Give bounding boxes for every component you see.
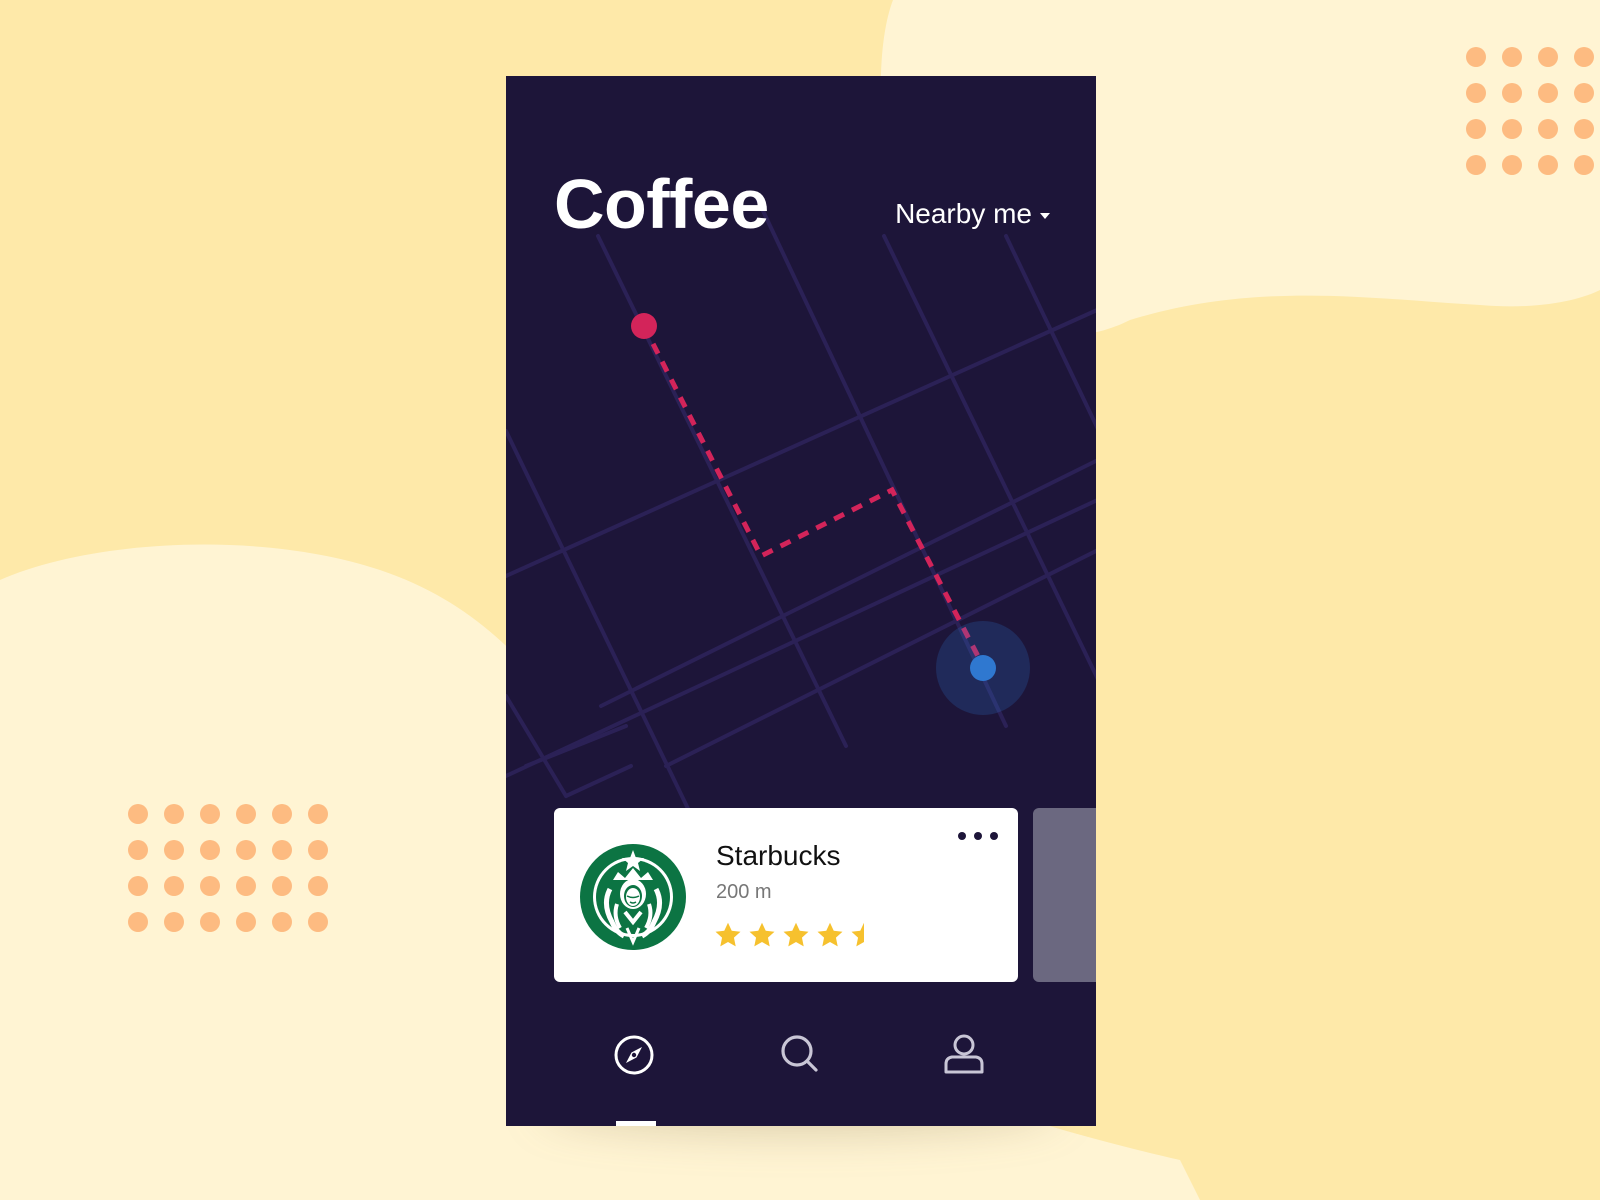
caret-down-icon [1040, 213, 1050, 219]
decorative-dot [308, 876, 328, 896]
decorative-dot [272, 876, 292, 896]
decorative-dot [236, 912, 256, 932]
decorative-dot [308, 840, 328, 860]
star-icon [783, 922, 809, 947]
street-line [564, 764, 633, 798]
place-name: Starbucks [716, 840, 841, 871]
decorative-dot [1538, 155, 1558, 175]
decorative-dot [308, 912, 328, 932]
decorative-dot [1538, 47, 1558, 67]
decorative-dot [128, 876, 148, 896]
starbucks-logo [580, 844, 686, 950]
decorative-dot [272, 804, 292, 824]
destination-pin [631, 313, 657, 339]
decorative-dot [308, 804, 328, 824]
star-icon [749, 922, 775, 947]
decorative-dot-grid-bottom-left [128, 804, 328, 932]
decorative-dot [164, 804, 184, 824]
decorative-dot [236, 804, 256, 824]
decorative-dot [164, 840, 184, 860]
decorative-dot [200, 804, 220, 824]
decorative-dot [1574, 119, 1594, 139]
street-line [506, 429, 708, 848]
location-filter-dropdown[interactable]: Nearby me [895, 198, 1050, 230]
map-streets [506, 194, 1096, 848]
decorative-dot [200, 876, 220, 896]
decorative-dot [200, 840, 220, 860]
place-rating [714, 921, 878, 949]
decorative-dot [1466, 47, 1486, 67]
decorative-dot [128, 912, 148, 932]
user-icon [944, 1034, 984, 1074]
decorative-dot [1538, 83, 1558, 103]
decorative-dot [236, 876, 256, 896]
decorative-dot [1502, 83, 1522, 103]
decorative-dot [200, 912, 220, 932]
decorative-dot [128, 804, 148, 824]
star-icon [851, 922, 877, 947]
decorative-dot [272, 912, 292, 932]
bottom-navigation [506, 1006, 1096, 1126]
decorative-dot [1538, 119, 1558, 139]
decorative-dot [1466, 155, 1486, 175]
decorative-dot-grid-top-right [1466, 47, 1594, 175]
decorative-dot [1466, 119, 1486, 139]
decorative-dot [164, 912, 184, 932]
decorative-dot [1502, 47, 1522, 67]
street-line [506, 694, 568, 798]
decorative-dot [164, 876, 184, 896]
nav-active-indicator [616, 1121, 656, 1126]
street-line [664, 548, 1096, 768]
nav-explore-button[interactable] [609, 1030, 659, 1080]
phone-screen: Coffee Nearby me Starbucks 200 m [506, 76, 1096, 1126]
decorative-dot [1466, 83, 1486, 103]
decorative-dot [1574, 155, 1594, 175]
star-icon [817, 922, 843, 947]
location-filter-label: Nearby me [895, 198, 1032, 229]
more-horizontal-icon[interactable] [958, 828, 998, 844]
decorative-dot [272, 840, 292, 860]
page-title: Coffee [554, 165, 769, 243]
nav-search-button[interactable] [776, 1030, 826, 1080]
street-line [524, 724, 628, 768]
decorative-dot [1502, 119, 1522, 139]
decorative-dot [1574, 83, 1594, 103]
user-location-dot [970, 655, 996, 681]
place-card[interactable]: Starbucks 200 m [554, 808, 1018, 982]
next-place-card-peek[interactable] [1033, 808, 1096, 982]
decorative-dot [128, 840, 148, 860]
place-distance: 200 m [716, 881, 772, 903]
nav-profile-button[interactable] [939, 1030, 989, 1080]
star-icon [715, 922, 741, 947]
decorative-dot [1502, 155, 1522, 175]
decorative-dot [1574, 47, 1594, 67]
route-path [641, 324, 985, 666]
decorative-dot [236, 840, 256, 860]
search-icon [781, 1035, 818, 1072]
street-line [1004, 234, 1096, 430]
compass-icon [614, 1035, 654, 1075]
